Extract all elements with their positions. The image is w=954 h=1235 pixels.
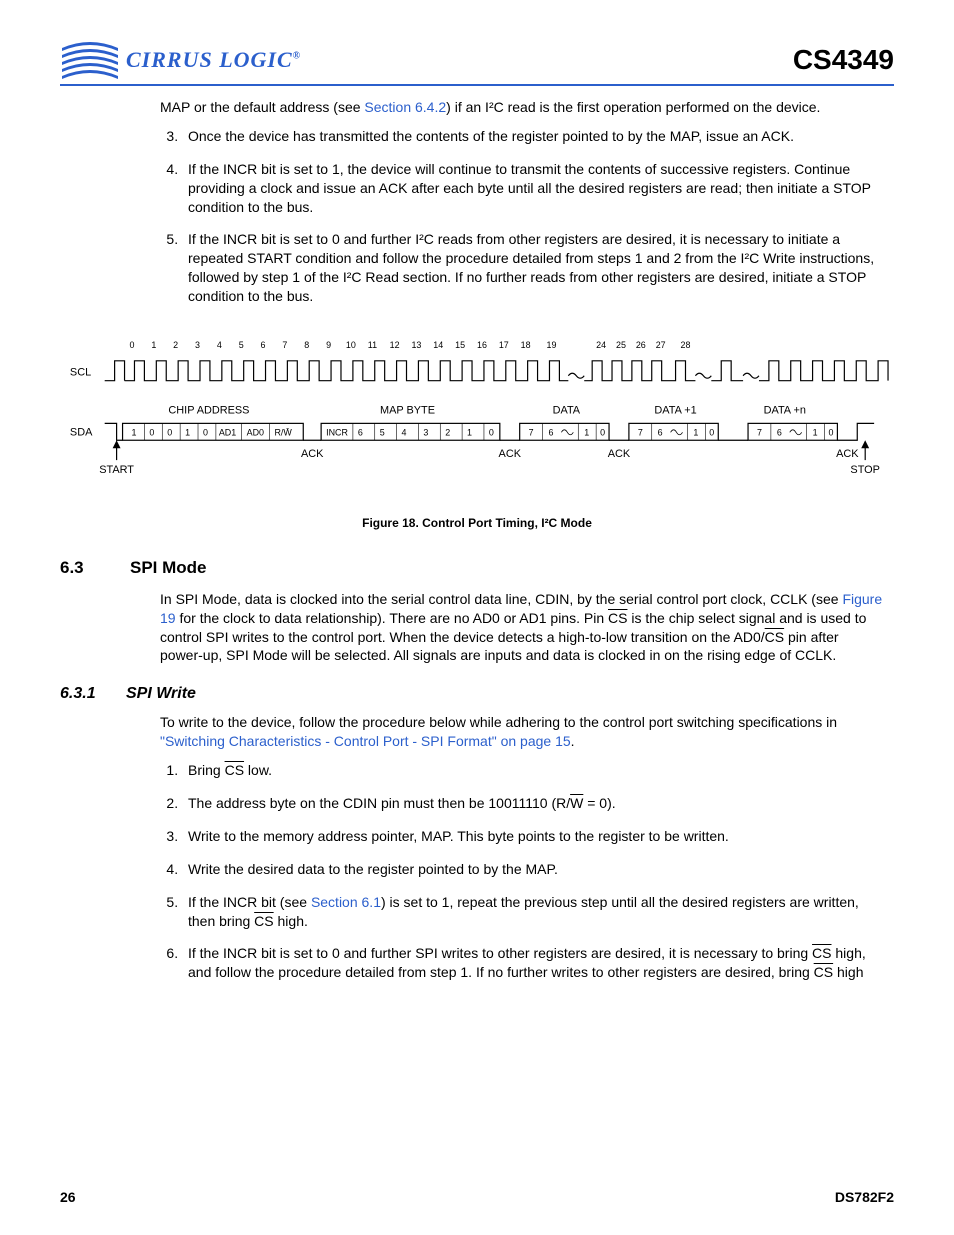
section-6-3-heading: 6.3 SPI Mode [60, 558, 894, 578]
svg-text:1: 1 [151, 340, 156, 350]
svg-text:ACK: ACK [499, 448, 522, 460]
link-switching-characteristics[interactable]: "Switching Characteristics - Control Por… [160, 733, 571, 749]
svg-text:6: 6 [777, 427, 782, 437]
svg-text:28: 28 [681, 340, 691, 350]
svg-text:13: 13 [411, 340, 421, 350]
svg-text:AD0: AD0 [247, 427, 264, 437]
svg-text:7: 7 [282, 340, 287, 350]
continued-steps-list: Once the device has transmitted the cont… [160, 127, 884, 306]
list-item: Once the device has transmitted the cont… [182, 127, 884, 146]
svg-text:DATA +n: DATA +n [764, 404, 806, 416]
spi-write-intro: To write to the device, follow the proce… [160, 713, 884, 751]
svg-text:19: 19 [546, 340, 556, 350]
svg-text:9: 9 [326, 340, 331, 350]
svg-text:4: 4 [402, 427, 407, 437]
svg-text:R/W̄: R/W̄ [274, 427, 292, 437]
page-header: CIRRUS LOGIC® CS4349 [60, 40, 894, 86]
svg-text:MAP BYTE: MAP BYTE [380, 404, 435, 416]
svg-text:0: 0 [130, 340, 135, 350]
page-footer: 26 DS782F2 [60, 1189, 894, 1205]
svg-text:11: 11 [368, 340, 377, 350]
svg-text:8: 8 [304, 340, 309, 350]
svg-text:10: 10 [346, 340, 356, 350]
svg-text:18: 18 [521, 340, 531, 350]
spi-write-steps: Bring CS low. The address byte on the CD… [160, 761, 884, 982]
svg-text:17: 17 [499, 340, 509, 350]
page-number: 26 [60, 1189, 76, 1205]
section-6-3-1-heading: 6.3.1 SPI Write [60, 685, 894, 703]
brand-logo: CIRRUS LOGIC® [60, 40, 301, 80]
svg-text:1: 1 [185, 427, 190, 437]
list-item: If the INCR bit is set to 0 and further … [182, 944, 884, 982]
svg-text:1: 1 [584, 427, 589, 437]
svg-text:STOP: STOP [850, 464, 880, 476]
svg-text:24: 24 [596, 340, 606, 350]
svg-text:12: 12 [390, 340, 400, 350]
svg-text:0: 0 [828, 427, 833, 437]
svg-text:7: 7 [529, 427, 534, 437]
list-item: If the INCR bit (see Section 6.1) is set… [182, 893, 884, 931]
svg-text:7: 7 [757, 427, 762, 437]
timing-diagram: 012 345 678 91011 121314 151617 1819 242… [60, 336, 894, 530]
svg-text:0: 0 [489, 427, 494, 437]
svg-text:3: 3 [423, 427, 428, 437]
svg-text:4: 4 [217, 340, 222, 350]
svg-text:AD1: AD1 [219, 427, 236, 437]
svg-text:6: 6 [261, 340, 266, 350]
svg-text:14: 14 [433, 340, 443, 350]
list-item: If the INCR bit is set to 1, the device … [182, 160, 884, 217]
svg-text:26: 26 [636, 340, 646, 350]
svg-text:0: 0 [600, 427, 605, 437]
svg-text:ACK: ACK [608, 448, 631, 460]
svg-text:2: 2 [173, 340, 178, 350]
svg-text:START: START [99, 464, 134, 476]
intro-paragraph: MAP or the default address (see Section … [160, 98, 884, 117]
svg-text:16: 16 [477, 340, 487, 350]
spi-mode-paragraph: In SPI Mode, data is clocked into the se… [160, 590, 884, 666]
svg-text:25: 25 [616, 340, 626, 350]
svg-text:6: 6 [548, 427, 553, 437]
svg-text:6: 6 [358, 427, 363, 437]
product-id: CS4349 [793, 44, 894, 76]
svg-text:6: 6 [658, 427, 663, 437]
svg-text:0: 0 [203, 427, 208, 437]
svg-text:2: 2 [445, 427, 450, 437]
svg-text:0: 0 [167, 427, 172, 437]
brand-name: CIRRUS LOGIC® [126, 47, 301, 73]
sda-label: SDA [70, 426, 93, 438]
list-item: Write the desired data to the register p… [182, 860, 884, 879]
svg-text:1: 1 [131, 427, 136, 437]
svg-text:1: 1 [813, 427, 818, 437]
svg-text:1: 1 [467, 427, 472, 437]
list-item: If the INCR bit is set to 0 and further … [182, 230, 884, 306]
scl-label: SCL [70, 367, 91, 379]
doc-id: DS782F2 [835, 1189, 894, 1205]
list-item: Write to the memory address pointer, MAP… [182, 827, 884, 846]
figure-caption: Figure 18. Control Port Timing, I²C Mode [60, 516, 894, 530]
svg-text:DATA: DATA [553, 404, 581, 416]
svg-text:5: 5 [239, 340, 244, 350]
svg-text:CHIP ADDRESS: CHIP ADDRESS [168, 404, 249, 416]
svg-text:DATA +1: DATA +1 [654, 404, 696, 416]
svg-text:1: 1 [693, 427, 698, 437]
list-item: Bring CS low. [182, 761, 884, 780]
svg-text:INCR: INCR [326, 427, 348, 437]
svg-text:5: 5 [380, 427, 385, 437]
svg-text:ACK: ACK [301, 448, 324, 460]
svg-text:15: 15 [455, 340, 465, 350]
svg-text:27: 27 [656, 340, 666, 350]
svg-text:0: 0 [149, 427, 154, 437]
svg-text:7: 7 [638, 427, 643, 437]
link-section-642[interactable]: Section 6.4.2 [364, 99, 446, 115]
svg-text:0: 0 [709, 427, 714, 437]
link-section-61[interactable]: Section 6.1 [311, 894, 381, 910]
cirrus-wave-icon [60, 40, 120, 80]
list-item: The address byte on the CDIN pin must th… [182, 794, 884, 813]
svg-text:3: 3 [195, 340, 200, 350]
svg-text:ACK: ACK [836, 448, 859, 460]
